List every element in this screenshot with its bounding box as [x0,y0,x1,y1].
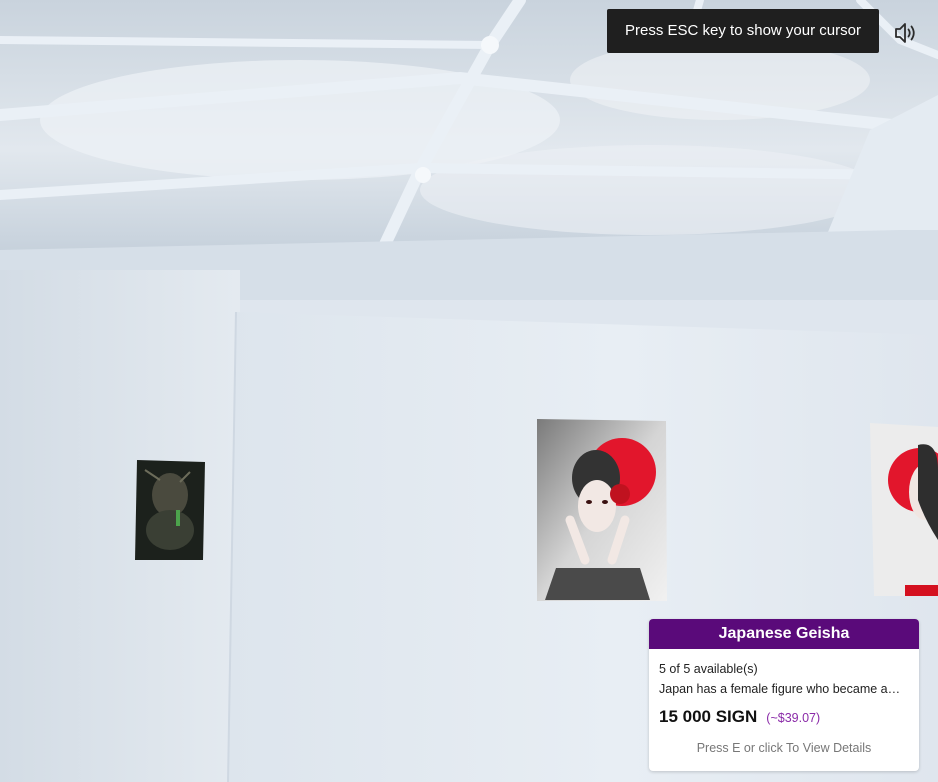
artwork-price-usd: (~$39.07) [766,711,821,725]
artwork-info-card[interactable]: Japanese Geisha 5 of 5 available(s) Japa… [649,619,919,771]
esc-cursor-hint: Press ESC key to show your cursor [607,9,879,53]
artwork-title: Japanese Geisha [649,619,919,649]
japanese-geisha-poster-partial[interactable] [870,423,938,596]
japanese-geisha-poster[interactable] [537,419,667,601]
speaker-volume-icon [895,23,915,43]
availability-text: 5 of 5 available(s) [659,662,758,676]
view-details-link[interactable]: Press E or click To View Details [659,741,909,755]
artwork-price: 15 000 SIGN [659,707,758,726]
artwork-description: Japan has a female figure who became a… [659,682,901,696]
sound-toggle-button[interactable] [890,18,920,48]
dark-fantasy-poster[interactable] [135,460,205,560]
